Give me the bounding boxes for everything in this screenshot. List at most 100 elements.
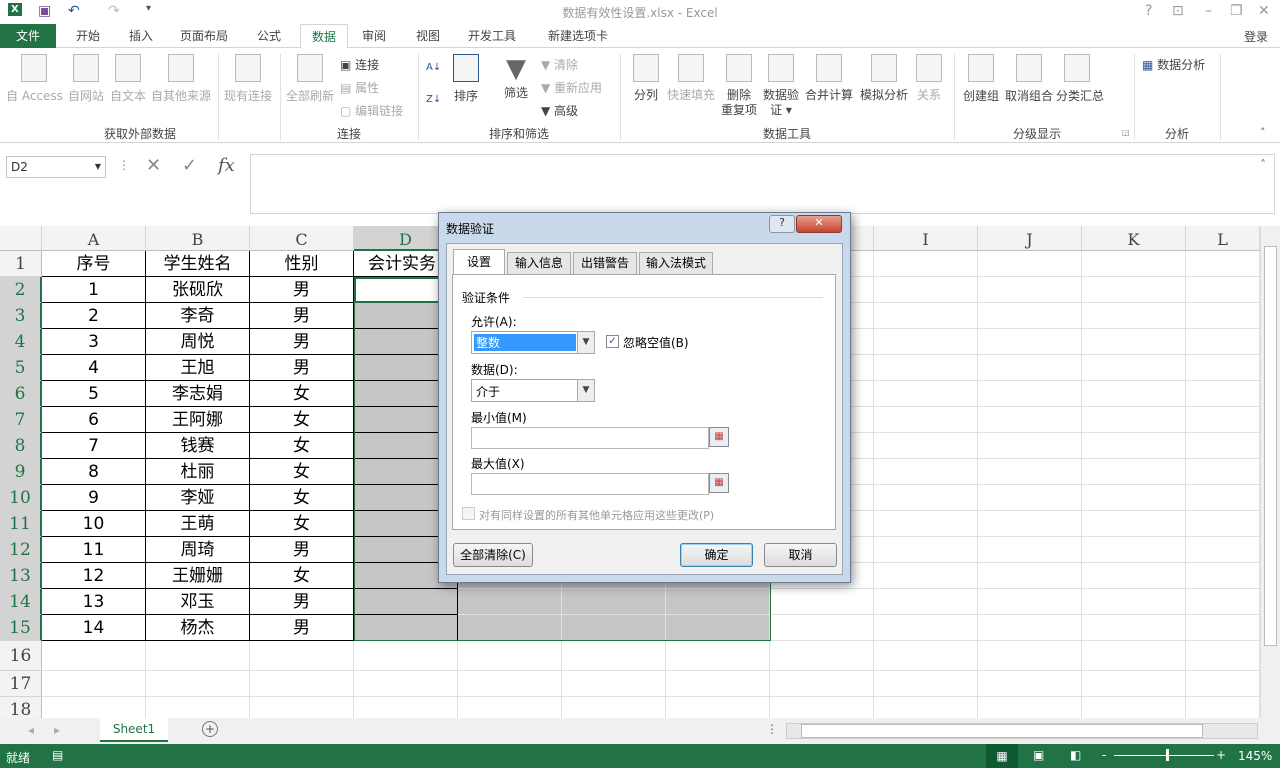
maximum-input[interactable] <box>471 473 709 495</box>
next-sheet-icon[interactable]: ▸ <box>54 723 60 737</box>
column-header-K[interactable]: K <box>1082 226 1186 251</box>
row-header-12[interactable]: 12 <box>0 537 42 563</box>
row-header-5[interactable]: 5 <box>0 355 42 381</box>
maximize-button[interactable]: ❐ <box>1230 3 1243 19</box>
cell-I1[interactable] <box>874 251 978 277</box>
cell-C2[interactable]: 男 <box>250 277 354 303</box>
cell-I3[interactable] <box>874 303 978 329</box>
data-tool-button-5[interactable]: 模拟分析 <box>856 54 912 103</box>
zoom-out-button[interactable]: - <box>1102 748 1106 762</box>
cell-A7[interactable]: 6 <box>42 407 146 433</box>
tab-2[interactable]: 页面布局 <box>170 24 238 48</box>
cell-J8[interactable] <box>978 433 1082 459</box>
outline-button-2[interactable]: 分类汇总 <box>1056 54 1104 104</box>
cell-D17[interactable] <box>354 671 458 697</box>
cell-B16[interactable] <box>146 641 250 671</box>
cell-J1[interactable] <box>978 251 1082 277</box>
cell-B2[interactable]: 张砚欣 <box>146 277 250 303</box>
column-header-C[interactable]: C <box>250 226 354 251</box>
cell-K6[interactable] <box>1082 381 1186 407</box>
cell-E16[interactable] <box>458 641 562 671</box>
cell-L2[interactable] <box>1186 277 1260 303</box>
data-tool-button-3[interactable]: 数据验 证 ▾ <box>760 54 802 118</box>
tab-input-message[interactable]: 输入信息 <box>507 252 571 274</box>
cell-A9[interactable]: 8 <box>42 459 146 485</box>
cell-B5[interactable]: 王旭 <box>146 355 250 381</box>
column-header-B[interactable]: B <box>146 226 250 251</box>
cell-K10[interactable] <box>1082 485 1186 511</box>
zoom-level[interactable]: 145% <box>1238 749 1272 763</box>
cell-K2[interactable] <box>1082 277 1186 303</box>
formula-input[interactable] <box>250 154 1275 214</box>
cancel-icon[interactable]: ✕ <box>146 155 161 176</box>
cell-C7[interactable]: 女 <box>250 407 354 433</box>
cell-B6[interactable]: 李志娟 <box>146 381 250 407</box>
ribbon-display-button[interactable]: ⊡ <box>1172 3 1184 19</box>
row-header-13[interactable]: 13 <box>0 563 42 589</box>
data-tool-button-4[interactable]: 合并计算 <box>804 54 854 103</box>
advanced-filter-button[interactable]: ▼ 高级 <box>541 102 578 119</box>
cell-L5[interactable] <box>1186 355 1260 381</box>
cell-I7[interactable] <box>874 407 978 433</box>
cell-I14[interactable] <box>874 589 978 615</box>
cell-J11[interactable] <box>978 511 1082 537</box>
help-button[interactable]: ? <box>1145 3 1152 19</box>
cell-J13[interactable] <box>978 563 1082 589</box>
cell-D15[interactable] <box>354 615 458 641</box>
cell-C12[interactable]: 男 <box>250 537 354 563</box>
from-other-sources-button[interactable]: 自其他来源 <box>150 54 212 104</box>
cell-L13[interactable] <box>1186 563 1260 589</box>
cell-J6[interactable] <box>978 381 1082 407</box>
cell-G14[interactable] <box>666 589 770 615</box>
cell-B11[interactable]: 王萌 <box>146 511 250 537</box>
zoom-slider[interactable] <box>1114 749 1214 761</box>
horizontal-scrollbar[interactable] <box>786 723 1258 739</box>
sort-button[interactable]: 排序 <box>450 54 482 104</box>
cell-J12[interactable] <box>978 537 1082 563</box>
normal-view-icon[interactable]: ▦ <box>986 744 1018 768</box>
cell-L12[interactable] <box>1186 537 1260 563</box>
cell-K16[interactable] <box>1082 641 1186 671</box>
from-text-button[interactable]: 自文本 <box>108 54 148 104</box>
tab-file[interactable]: 文件 <box>0 24 56 48</box>
cell-F17[interactable] <box>562 671 666 697</box>
cell-B15[interactable]: 杨杰 <box>146 615 250 641</box>
cell-K14[interactable] <box>1082 589 1186 615</box>
refresh-all-button[interactable]: 全部刷新 <box>284 54 336 104</box>
connections-button[interactable]: ▣ 连接 <box>340 56 379 73</box>
cancel-button[interactable]: 取消 <box>764 543 837 567</box>
cell-L7[interactable] <box>1186 407 1260 433</box>
outline-button-1[interactable]: 取消组合 <box>1004 54 1054 104</box>
cell-C5[interactable]: 男 <box>250 355 354 381</box>
cell-C15[interactable]: 男 <box>250 615 354 641</box>
cell-B12[interactable]: 周琦 <box>146 537 250 563</box>
cell-K3[interactable] <box>1082 303 1186 329</box>
cell-B3[interactable]: 李奇 <box>146 303 250 329</box>
cell-A11[interactable]: 10 <box>42 511 146 537</box>
cell-J16[interactable] <box>978 641 1082 671</box>
cell-J14[interactable] <box>978 589 1082 615</box>
cell-F14[interactable] <box>562 589 666 615</box>
add-sheet-button[interactable]: + <box>202 721 218 737</box>
cell-A4[interactable]: 3 <box>42 329 146 355</box>
cell-L14[interactable] <box>1186 589 1260 615</box>
cell-J7[interactable] <box>978 407 1082 433</box>
reapply-button[interactable]: ▼ 重新应用 <box>541 79 602 96</box>
page-layout-view-icon[interactable]: ▣ <box>1033 748 1044 762</box>
collapse-formula-icon[interactable]: ˄ <box>1260 158 1266 172</box>
cell-A10[interactable]: 9 <box>42 485 146 511</box>
row-header-7[interactable]: 7 <box>0 407 42 433</box>
minimum-input[interactable] <box>471 427 709 449</box>
cell-K5[interactable] <box>1082 355 1186 381</box>
cell-C14[interactable]: 男 <box>250 589 354 615</box>
row-header-2[interactable]: 2 <box>0 277 42 303</box>
cell-K9[interactable] <box>1082 459 1186 485</box>
sheet-tab-sheet1[interactable]: Sheet1 <box>100 718 168 742</box>
cell-B17[interactable] <box>146 671 250 697</box>
cell-I10[interactable] <box>874 485 978 511</box>
outline-button-0[interactable]: 创建组 <box>960 54 1002 104</box>
cell-K1[interactable] <box>1082 251 1186 277</box>
cell-I5[interactable] <box>874 355 978 381</box>
cell-L4[interactable] <box>1186 329 1260 355</box>
column-header-J[interactable]: J <box>978 226 1082 251</box>
